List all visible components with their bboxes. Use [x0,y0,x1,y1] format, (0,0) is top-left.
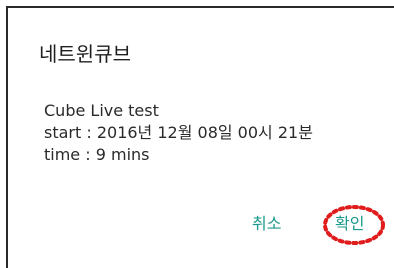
dialog-message: Cube Live test start : 2016년 12월 08일 00시… [44,100,313,166]
ok-button[interactable]: 확인 [335,213,364,235]
message-line-start: start : 2016년 12월 08일 00시 21분 [44,123,313,142]
message-line-time: time : 9 mins [44,145,150,164]
alert-dialog: 네트윈큐브 Cube Live test start : 2016년 12월 0… [6,6,394,268]
dialog-title: 네트윈큐브 [39,42,131,66]
message-line-name: Cube Live test [44,101,159,120]
cancel-button[interactable]: 취소 [252,213,281,235]
